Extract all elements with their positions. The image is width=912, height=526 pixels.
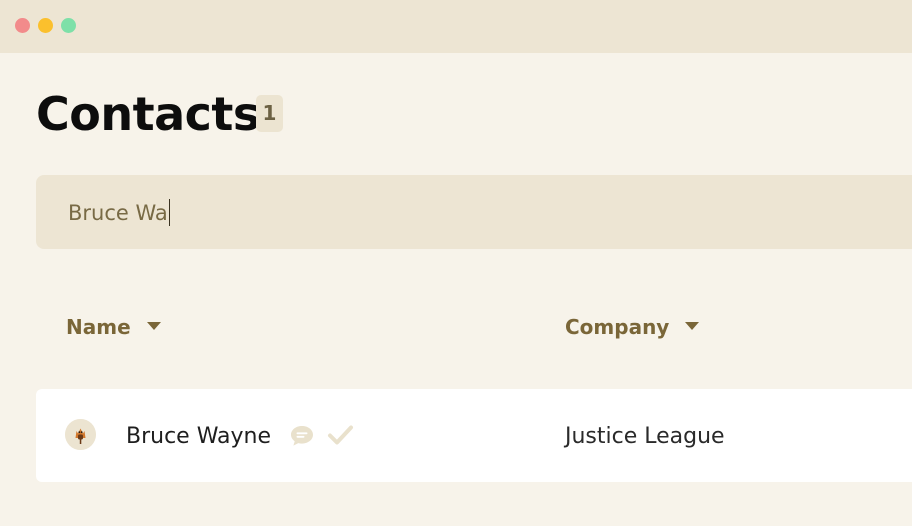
contact-name[interactable]: Bruce Wayne xyxy=(126,423,271,451)
check-icon[interactable] xyxy=(327,424,354,446)
column-header-company-label: Company xyxy=(565,315,670,339)
search-field[interactable]: Bruce Wa xyxy=(36,175,912,249)
title-bar xyxy=(0,0,912,53)
company-cell: Justice League xyxy=(565,424,725,449)
search-input[interactable]: Bruce Wa xyxy=(68,199,171,227)
table-row[interactable]: Bruce Wayne Justice League xyxy=(36,389,912,482)
page-title: Contacts xyxy=(36,87,260,141)
column-header-company[interactable]: Company xyxy=(565,313,700,341)
column-header-name-label: Name xyxy=(66,315,131,339)
text-caret xyxy=(168,199,171,226)
column-header-name[interactable]: Name xyxy=(66,313,161,341)
caret-down-icon[interactable] xyxy=(146,322,161,330)
caret-down-icon[interactable] xyxy=(685,322,700,330)
search-input-value: Bruce Wa xyxy=(68,201,168,225)
bat-avatar-icon xyxy=(65,419,96,450)
maximize-window-button[interactable] xyxy=(61,18,76,33)
chat-bubble-icon[interactable] xyxy=(289,424,315,448)
close-window-button[interactable] xyxy=(15,18,30,33)
app-window: Contacts 1 Bruce Wa Name Company Bruce W… xyxy=(0,0,912,526)
contact-count-badge: 1 xyxy=(256,95,283,132)
minimize-window-button[interactable] xyxy=(38,18,53,33)
